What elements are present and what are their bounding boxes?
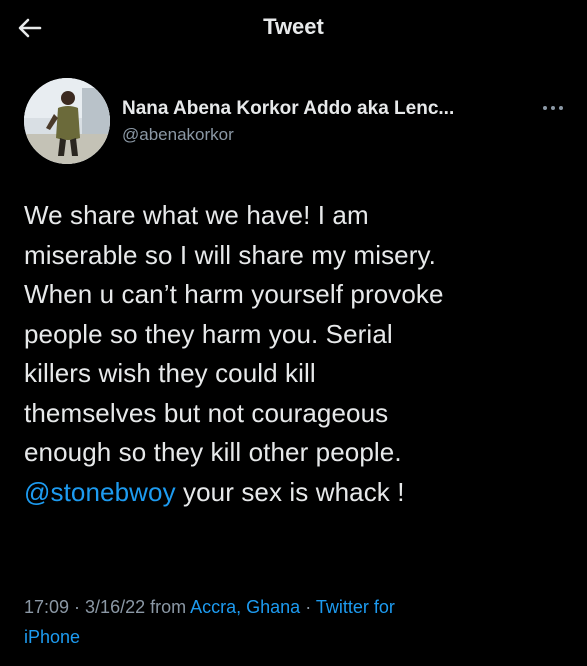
tweet-text-line: people so they harm you. Serial [24, 318, 393, 349]
author-handle[interactable]: @abenakorkor [122, 125, 234, 145]
tweet-text-line: When u can’t harm yourself provoke [24, 279, 444, 309]
tweet-text-line: We share what we have! I am [24, 200, 369, 230]
author-display-name[interactable]: Nana Abena Korkor Addo aka Lenc... [122, 98, 522, 120]
more-options-button[interactable] [538, 100, 568, 116]
tweet-text-rest: your sex is whack ! [175, 476, 405, 507]
from-text: from [145, 597, 191, 617]
top-bar: Tweet [0, 0, 587, 56]
tweet-time: 17:09 [24, 597, 70, 617]
tweet-text-line: themselves but not courageous [24, 397, 389, 428]
tweet-text-line: enough so they kill other people. [24, 437, 402, 467]
tweet-date: 3/16/22 [85, 597, 146, 617]
tweet-text-last-line: @stonebwoy your sex is whack ! [24, 473, 564, 513]
meta-separator: · [69, 597, 86, 617]
avatar-photo [24, 78, 110, 164]
page-title: Tweet [263, 14, 324, 39]
location-link[interactable]: Accra, Ghana [190, 597, 300, 617]
avatar[interactable] [24, 78, 110, 164]
tweet-text-line: miserable so I will share my misery. [24, 239, 436, 270]
tweet-metadata: 17:09 · 3/16/22 from Accra, Ghana · Twit… [24, 592, 564, 652]
tweet-text: We share what we have! I am miserable so… [24, 196, 564, 512]
tweet-text-line: killers wish they could kill [24, 358, 316, 388]
mention-link[interactable]: @stonebwoy [24, 477, 176, 507]
more-horizontal-icon [543, 106, 563, 110]
tweet-author-header: Nana Abena Korkor Addo aka Lenc... @aben… [24, 78, 569, 168]
meta-separator: · [300, 597, 316, 617]
source-link-continued[interactable]: iPhone [24, 627, 80, 647]
source-link[interactable]: Twitter for [316, 597, 395, 617]
